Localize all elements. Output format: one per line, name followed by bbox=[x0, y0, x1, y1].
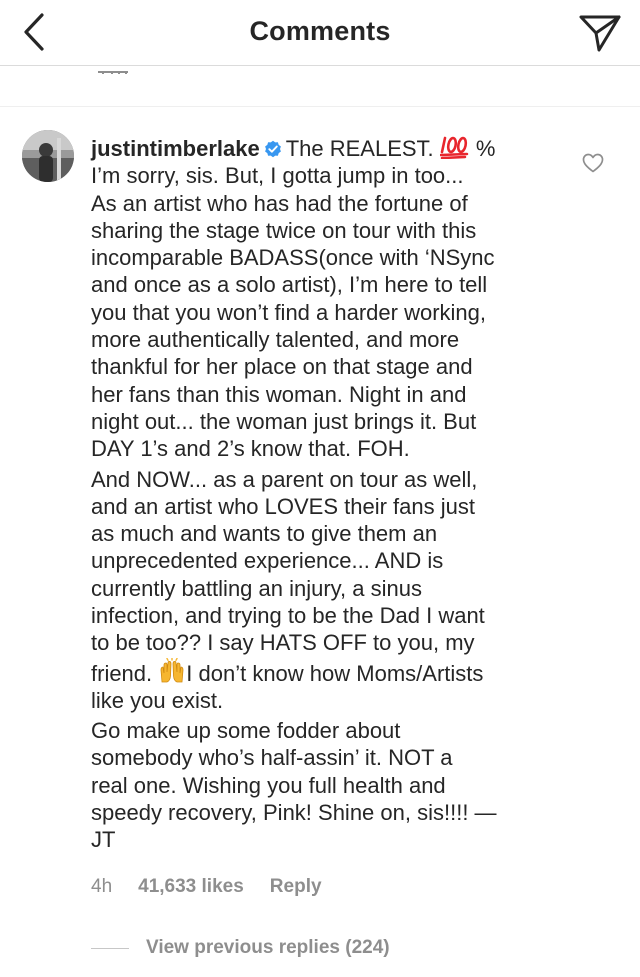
comment-line: night out... the woman just brings it. B… bbox=[91, 408, 477, 434]
header-bar: Comments bbox=[0, 0, 640, 66]
previous-comment-fragment bbox=[98, 66, 134, 74]
comment-line: you that you won’t find a harder working… bbox=[91, 299, 487, 325]
paper-plane-icon bbox=[579, 15, 621, 52]
view-previous-replies-button[interactable]: View previous replies (224) bbox=[91, 937, 390, 959]
verified-badge-icon bbox=[264, 137, 282, 164]
comment-line: friend. bbox=[91, 660, 153, 686]
profile-photo-icon bbox=[22, 130, 74, 182]
comment-line: I’m sorry, sis. But, I gotta jump in too… bbox=[91, 163, 464, 189]
comment-line: unprecedented experience... AND is bbox=[91, 548, 444, 574]
comment-line: thankful for her place on that stage and bbox=[91, 354, 473, 380]
replies-rule bbox=[91, 947, 129, 949]
share-button[interactable] bbox=[578, 11, 622, 55]
comment-line: infection, and trying to be the Dad I wa… bbox=[91, 603, 485, 629]
comments-screen: Comments justintimberlake The REALEST. %… bbox=[0, 0, 640, 977]
comment-line: her fans than this woman. Night in and bbox=[91, 381, 467, 407]
comment-line: I don’t know how Moms/Artists bbox=[186, 660, 484, 686]
heart-outline-icon bbox=[582, 153, 604, 173]
comment-body: justintimberlake The REALEST. % I’m sorry… bbox=[91, 135, 561, 853]
comment-line: speedy recovery, Pink! Shine on, sis!!!!… bbox=[91, 799, 497, 825]
comment-line: and once as a solo artist), I’m here to … bbox=[91, 272, 488, 298]
reply-button[interactable]: Reply bbox=[270, 876, 322, 898]
comment-first-line: justintimberlake The REALEST. % bbox=[91, 135, 561, 162]
comment-line: The REALEST. bbox=[285, 136, 434, 161]
comment-line: to be too?? I say HATS OFF to you, my bbox=[91, 630, 475, 656]
comment-line: DAY 1’s and 2’s know that. FOH. bbox=[91, 436, 410, 462]
comment-line: sharing the stage twice on tour with thi… bbox=[91, 217, 477, 243]
avatar[interactable] bbox=[22, 130, 74, 182]
view-previous-replies-label: View previous replies (224) bbox=[146, 937, 390, 958]
comment-line: Go make up some fodder about bbox=[91, 717, 401, 743]
comment-line: incomparable BADASS(once with ‘NSync bbox=[91, 245, 495, 271]
comment-line-with-emoji: friend. I don’t know how Moms/Artists bbox=[91, 656, 561, 687]
comment-line: As an artist who has had the fortune of bbox=[91, 190, 468, 216]
comment-meta: 4h 41,633 likes Reply bbox=[91, 876, 322, 898]
comment-timestamp: 4h bbox=[91, 876, 113, 897]
comment-line: more authentically talented, and more bbox=[91, 327, 460, 353]
comment-line: somebody who’s half-assin’ it. NOT a bbox=[91, 745, 453, 771]
page-title: Comments bbox=[249, 16, 391, 46]
like-comment-button[interactable] bbox=[580, 150, 606, 176]
hundred-points-emoji bbox=[439, 135, 470, 165]
section-divider bbox=[0, 106, 640, 107]
comment-line: JT bbox=[91, 827, 116, 853]
comment-line: And NOW... as a parent on tour as well, bbox=[91, 466, 478, 492]
comment-likes-link[interactable]: 41,633 likes bbox=[138, 876, 244, 898]
comment-line: currently battling an injury, a sinus bbox=[91, 575, 422, 601]
comment-line: real one. Wishing you full health and bbox=[91, 772, 446, 798]
comment-line: and an artist who LOVES their fans just bbox=[91, 493, 475, 519]
comment-line: % bbox=[475, 136, 496, 161]
comment-line: as much and wants to give them an bbox=[91, 521, 438, 547]
comment-line: like you exist. bbox=[91, 687, 224, 713]
comment-username[interactable]: justintimberlake bbox=[91, 136, 260, 161]
